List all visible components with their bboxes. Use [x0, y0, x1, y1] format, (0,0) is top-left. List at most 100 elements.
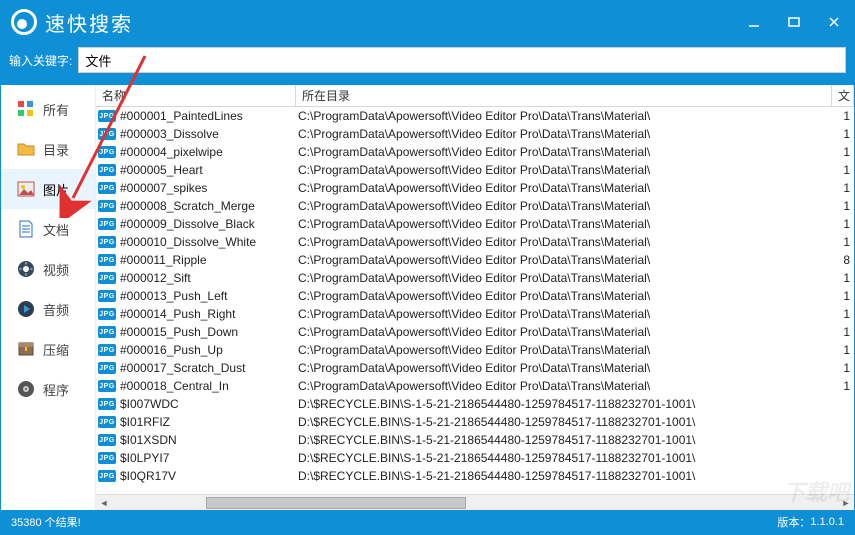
scroll-left-icon[interactable]: ◄: [96, 495, 112, 511]
audio-icon: [17, 300, 35, 318]
horizontal-scrollbar[interactable]: ◄ ►: [96, 494, 854, 510]
file-extra: 1: [836, 217, 854, 231]
file-dir: D:\$RECYCLE.BIN\S-1-5-21-2186544480-1259…: [298, 415, 836, 429]
file-dir: C:\ProgramData\Apowersoft\Video Editor P…: [298, 217, 836, 231]
file-name: $I007WDC: [120, 397, 298, 411]
filetype-badge: JPG: [98, 164, 116, 176]
result-row[interactable]: JPG #000009_Dissolve_BlackC:\ProgramData\…: [96, 215, 854, 233]
column-header-ext[interactable]: 文: [832, 85, 854, 106]
file-dir: C:\ProgramData\Apowersoft\Video Editor P…: [298, 145, 836, 159]
file-dir: C:\ProgramData\Apowersoft\Video Editor P…: [298, 181, 836, 195]
file-name: #000010_Dissolve_White: [120, 235, 298, 249]
file-name: #000009_Dissolve_Black: [120, 217, 298, 231]
file-dir: C:\ProgramData\Apowersoft\Video Editor P…: [298, 307, 836, 321]
filetype-badge: JPG: [98, 326, 116, 338]
grid-icon: [17, 100, 35, 118]
result-row[interactable]: JPG#000008_Scratch_MergeC:\ProgramData\A…: [96, 197, 854, 215]
sidebar-item-label: 目录: [43, 140, 69, 159]
filetype-badge: JPG: [98, 470, 116, 482]
result-row[interactable]: JPG#000015_Push_DownC:\ProgramData\Apowe…: [96, 323, 854, 341]
result-row[interactable]: JPG#000010_Dissolve_WhiteC:\ProgramData\…: [96, 233, 854, 251]
file-extra: 1: [836, 325, 854, 339]
result-row[interactable]: JPG #000012_SiftC:\ProgramData\Apowersoft…: [96, 269, 854, 287]
file-name: $I01RFIZ: [120, 415, 298, 429]
file-dir: C:\ProgramData\Apowersoft\Video Editor P…: [298, 289, 836, 303]
sidebar-item-video[interactable]: 视频: [1, 249, 95, 289]
filetype-badge: JPG: [98, 434, 116, 446]
sidebar-item-label: 程序: [43, 380, 69, 399]
file-name: #000014_Push_Right: [120, 307, 298, 321]
file-dir: C:\ProgramData\Apowersoft\Video Editor P…: [298, 253, 836, 267]
file-extra: 1: [836, 307, 854, 321]
app-title: 速快搜索: [45, 8, 133, 37]
file-extra: 1: [836, 163, 854, 177]
image-icon: [17, 180, 35, 198]
file-name: #000001_PaintedLines: [120, 109, 298, 123]
file-name: #000013_Push_Left: [120, 289, 298, 303]
document-icon: [17, 220, 35, 238]
filetype-badge: JPG: [98, 146, 116, 158]
search-bar: 输入关键字:: [1, 43, 854, 85]
sidebar-item-audio[interactable]: 音频: [1, 289, 95, 329]
video-icon: [17, 260, 35, 278]
file-dir: C:\ProgramData\Apowersoft\Video Editor P…: [298, 379, 836, 393]
sidebar-item-prog[interactable]: 程序: [1, 369, 95, 409]
result-row[interactable]: JPG #000005_HeartC:\ProgramData\Apowersof…: [96, 161, 854, 179]
sidebar-item-zip[interactable]: 压缩: [1, 329, 95, 369]
sidebar-item-all[interactable]: 所有: [1, 89, 95, 129]
filetype-badge: JPG: [98, 182, 116, 194]
search-label: 输入关键字:: [9, 52, 72, 69]
file-name: $I0QR17V: [120, 469, 298, 483]
result-row[interactable]: JPG$I0LPYI7D:\$RECYCLE.BIN\S-1-5-21-2186…: [96, 449, 854, 467]
sidebar-item-dir[interactable]: 目录: [1, 129, 95, 169]
sidebar-item-label: 图片: [43, 180, 69, 199]
status-bar: 35380 个结果! 版本： 1.1.0.1: [1, 510, 854, 534]
file-extra: 1: [836, 379, 854, 393]
file-extra: 1: [836, 235, 854, 249]
filetype-badge: JPG: [98, 128, 116, 140]
result-row[interactable]: JPG$I0QR17VD:\$RECYCLE.BIN\S-1-5-21-2186…: [96, 467, 854, 485]
result-row[interactable]: JPG#000017_Scratch_DustC:\ProgramData\Ap…: [96, 359, 854, 377]
result-row[interactable]: JPG#000013_Push_LeftC:\ProgramData\Apowe…: [96, 287, 854, 305]
result-row[interactable]: JPG#000007_spikesC:\ProgramData\Apowerso…: [96, 179, 854, 197]
result-row[interactable]: JPG#000018_Central_InC:\ProgramData\Apow…: [96, 377, 854, 395]
filetype-badge: JPG: [98, 380, 116, 392]
filetype-badge: JPG: [98, 218, 116, 230]
file-extra: 1: [836, 109, 854, 123]
result-row[interactable]: JPG$I01XSDND:\$RECYCLE.BIN\S-1-5-21-2186…: [96, 431, 854, 449]
filetype-badge: JPG: [98, 272, 116, 284]
file-extra: 1: [836, 127, 854, 141]
archive-icon: [17, 340, 35, 358]
result-row[interactable]: JPG#000011_RippleC:\ProgramData\Apowerso…: [96, 251, 854, 269]
sidebar-item-label: 视频: [43, 260, 69, 279]
file-extra: 1: [836, 199, 854, 213]
result-row[interactable]: JPG#000004_pixelwipeC:\ProgramData\Apowe…: [96, 143, 854, 161]
sidebar-item-doc[interactable]: 文档: [1, 209, 95, 249]
sidebar-item-image[interactable]: 图片: [1, 169, 95, 209]
column-header-name[interactable]: 名称: [96, 85, 296, 106]
result-count: 35380 个结果!: [11, 514, 81, 530]
result-row[interactable]: JPG#000016_Push_UpC:\ProgramData\Apowers…: [96, 341, 854, 359]
file-dir: C:\ProgramData\Apowersoft\Video Editor P…: [298, 163, 836, 177]
file-dir: C:\ProgramData\Apowersoft\Video Editor P…: [298, 271, 836, 285]
scroll-right-icon[interactable]: ►: [838, 495, 854, 511]
result-row[interactable]: JPG$I007WDCD:\$RECYCLE.BIN\S-1-5-21-2186…: [96, 395, 854, 413]
filetype-badge: JPG: [98, 344, 116, 356]
result-row[interactable]: JPG#000003_DissolveC:\ProgramData\Apower…: [96, 125, 854, 143]
column-header-dir[interactable]: 所在目录: [296, 85, 832, 106]
result-row[interactable]: JPG$I01RFIZD:\$RECYCLE.BIN\S-1-5-21-2186…: [96, 413, 854, 431]
file-name: #000012_Sift: [120, 271, 298, 285]
scroll-thumb[interactable]: [206, 497, 466, 509]
search-input[interactable]: [78, 47, 846, 73]
maximize-button[interactable]: [774, 7, 814, 37]
file-extra: 1: [836, 271, 854, 285]
filetype-badge: JPG: [98, 200, 116, 212]
minimize-button[interactable]: [734, 7, 774, 37]
file-extra: 8: [836, 253, 854, 267]
file-dir: D:\$RECYCLE.BIN\S-1-5-21-2186544480-1259…: [298, 433, 836, 447]
close-button[interactable]: [814, 7, 854, 37]
result-row[interactable]: JPG#000014_Push_RightC:\ProgramData\Apow…: [96, 305, 854, 323]
file-dir: D:\$RECYCLE.BIN\S-1-5-21-2186544480-1259…: [298, 451, 836, 465]
file-name: #000005_Heart: [120, 163, 298, 177]
result-row[interactable]: JPG#000001_PaintedLinesC:\ProgramData\Ap…: [96, 107, 854, 125]
